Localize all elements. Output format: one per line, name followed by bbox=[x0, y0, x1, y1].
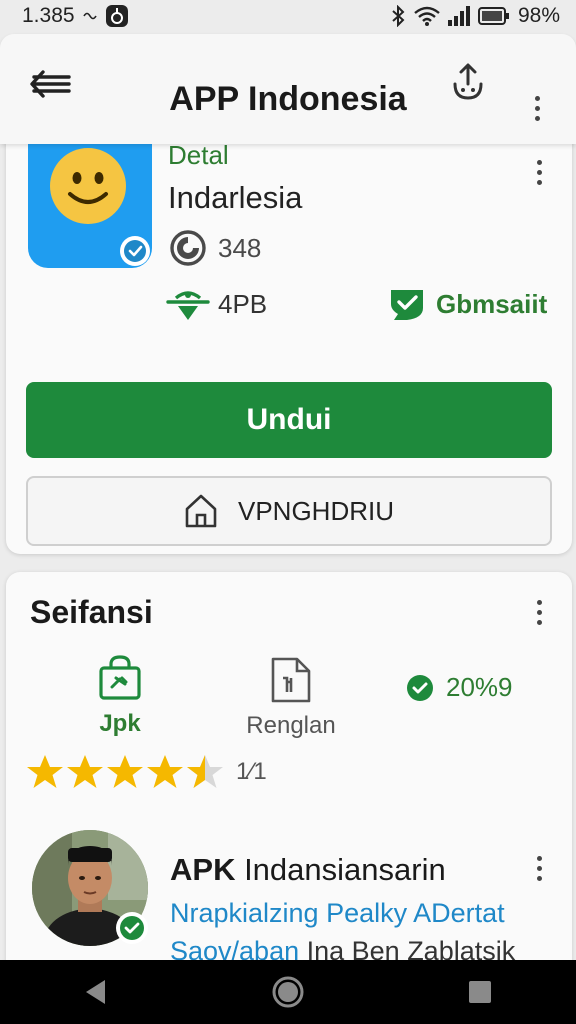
developer-name[interactable]: APK Indansiansarin bbox=[170, 852, 446, 888]
developer-name-rest: Indansiansarin bbox=[235, 852, 446, 887]
verified-check-icon bbox=[124, 240, 146, 262]
secondary-button[interactable]: VPNGHDRIU bbox=[26, 476, 552, 546]
developer-name-bold: APK bbox=[170, 852, 236, 887]
info-item-renglan-label: Renglan bbox=[246, 712, 336, 739]
appbar-more-button[interactable] bbox=[524, 96, 550, 121]
battery-percent: 98% bbox=[517, 4, 560, 27]
home-icon bbox=[185, 494, 217, 528]
download-count: 348 bbox=[168, 228, 261, 268]
bag-icon bbox=[99, 655, 141, 700]
app-detail-card: Detal Indarlesia 348 4PB Gbmsaiit Undui bbox=[6, 120, 572, 554]
verified-check-icon bbox=[120, 916, 144, 940]
half-star-icon bbox=[187, 755, 223, 788]
nav-recents-icon bbox=[469, 981, 491, 1003]
info-percent-value: 20%9 bbox=[446, 672, 513, 702]
info-item-jpk[interactable]: Jpk bbox=[80, 654, 160, 738]
status-bar: 1.385 98% bbox=[0, 0, 576, 32]
info-percent: 20%9 bbox=[406, 672, 513, 703]
app-icon[interactable] bbox=[28, 140, 152, 268]
app-size: 4PB bbox=[166, 286, 267, 322]
smiley-icon bbox=[50, 148, 126, 224]
avatar-verified-badge bbox=[116, 912, 148, 944]
rating-text: 1⁄1 bbox=[236, 758, 267, 785]
cell-signal-icon bbox=[447, 6, 470, 26]
more-vert-icon bbox=[526, 856, 552, 881]
status-time: 1.385 bbox=[22, 4, 75, 27]
size-icon bbox=[166, 291, 210, 320]
bluetooth-icon bbox=[390, 5, 406, 27]
status-right: 98% bbox=[390, 4, 560, 28]
section-title: Seifansi bbox=[30, 594, 153, 630]
system-nav-bar bbox=[0, 960, 576, 1024]
battery-icon bbox=[477, 6, 510, 26]
detail-label[interactable]: Detal bbox=[168, 140, 229, 171]
secondary-button-label: VPNGHDRIU bbox=[237, 495, 394, 526]
share-icon bbox=[453, 63, 483, 100]
safety-badge: Gbmsaiit bbox=[388, 286, 547, 322]
more-vert-icon bbox=[526, 160, 552, 185]
star-icon bbox=[147, 755, 183, 788]
verified-badge bbox=[120, 236, 150, 266]
info-item-jpk-label: Jpk bbox=[99, 710, 141, 737]
signal-superscript-icon bbox=[82, 10, 97, 22]
page-title: APP Indonesia bbox=[169, 80, 407, 118]
status-left: 1.385 bbox=[22, 4, 129, 28]
nav-back-button[interactable] bbox=[66, 967, 126, 1017]
download-button[interactable]: Undui bbox=[26, 382, 552, 458]
nav-recents-button[interactable] bbox=[450, 967, 510, 1017]
app-more-button[interactable] bbox=[526, 160, 552, 185]
app-bar: APP Indonesia bbox=[0, 34, 576, 144]
shield-check-icon bbox=[391, 290, 423, 320]
star-icon bbox=[67, 755, 103, 788]
nav-back-icon bbox=[86, 980, 105, 1004]
more-vert-icon bbox=[524, 96, 550, 121]
star-icon bbox=[107, 755, 143, 788]
app-size-value: 4PB bbox=[218, 288, 268, 319]
nav-home-icon bbox=[272, 976, 304, 1008]
developer-link[interactable]: Nrapkialzing Pealky ADertat bbox=[170, 898, 505, 929]
info-card: Seifansi Jpk Renglan 20%9 1⁄1 APK Indans… bbox=[6, 572, 572, 972]
download-count-icon bbox=[170, 230, 206, 266]
info-item-renglan[interactable]: Renglan bbox=[236, 656, 346, 740]
download-count-value: 348 bbox=[218, 232, 262, 263]
section-more-button[interactable] bbox=[526, 600, 552, 625]
nav-home-button[interactable] bbox=[258, 967, 318, 1017]
star-icon bbox=[27, 755, 63, 788]
more-vert-icon bbox=[526, 600, 552, 625]
rating-stars: 1⁄1 bbox=[26, 754, 267, 790]
app-name: Indarlesia bbox=[168, 180, 303, 215]
safety-label: Gbmsaiit bbox=[436, 288, 548, 319]
document-icon bbox=[271, 657, 311, 703]
developer-more-button[interactable] bbox=[526, 856, 552, 881]
share-button[interactable] bbox=[448, 60, 488, 104]
wifi-icon bbox=[414, 6, 440, 26]
notification-app-icon bbox=[105, 4, 129, 28]
check-circle-icon bbox=[407, 674, 433, 701]
